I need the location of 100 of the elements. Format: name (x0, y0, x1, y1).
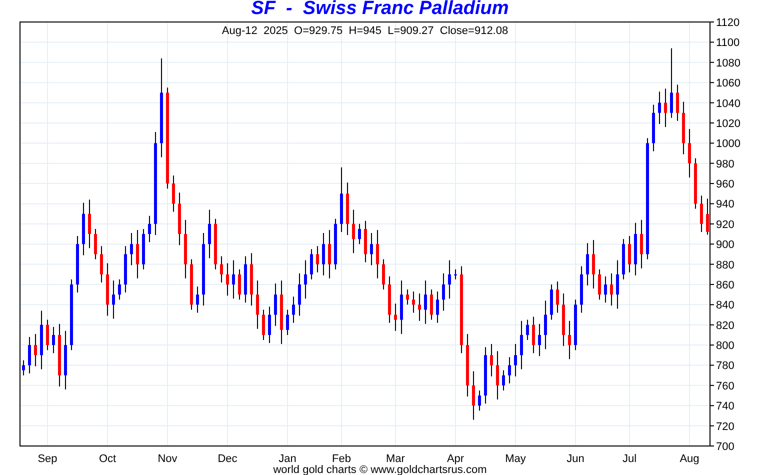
candlestick (118, 278, 121, 300)
candlestick (586, 242, 589, 286)
candlestick (538, 323, 541, 357)
candlestick (88, 199, 91, 249)
candlestick (604, 276, 607, 304)
candlestick (298, 272, 301, 316)
candlestick (436, 291, 439, 324)
candlestick (556, 280, 559, 314)
candlestick (472, 370, 475, 420)
candlestick (424, 280, 427, 324)
candlestick (316, 246, 319, 273)
x-tick-label: Nov (158, 453, 178, 465)
candlestick (640, 219, 643, 269)
y-tick-label: 780 (716, 360, 734, 372)
candlestick (454, 268, 457, 280)
candlestick (226, 262, 229, 296)
y-tick-label: 1120 (716, 18, 740, 29)
y-tick-label: 860 (716, 279, 734, 292)
candlestick (490, 344, 493, 377)
candlestick (394, 303, 397, 332)
candlestick (514, 344, 517, 377)
y-tick-label: 1040 (716, 98, 740, 110)
x-tick-label: Dec (218, 453, 238, 465)
candlestick (28, 336, 31, 374)
candlestick (508, 356, 511, 384)
x-tick-label: Feb (332, 453, 351, 465)
candlestick (208, 209, 211, 259)
candlestick (358, 223, 361, 245)
candlestick (370, 232, 373, 266)
x-tick-label: Jan (278, 453, 296, 465)
x-tick-label: Mar (386, 453, 405, 465)
candlestick (496, 350, 499, 400)
candlestick (328, 229, 331, 279)
candlestick (418, 293, 421, 322)
candlestick (676, 84, 679, 122)
y-tick-label: 700 (716, 441, 734, 453)
candlestick (352, 209, 355, 254)
candlestick (34, 333, 37, 367)
x-tick-label: Aug (680, 453, 700, 465)
y-tick-label: 980 (716, 158, 734, 170)
candlestick (220, 256, 223, 283)
x-tick-label: Jul (622, 453, 637, 465)
candlestick (172, 174, 175, 212)
candlestick (310, 248, 313, 280)
candlestick (262, 309, 265, 340)
candlestick (688, 128, 691, 178)
y-tick-label: 900 (716, 239, 734, 252)
candlestick (430, 289, 433, 320)
candlestick (52, 326, 55, 354)
candlestick (442, 272, 445, 312)
candlestick (382, 258, 385, 290)
candlestick (598, 268, 601, 300)
y-tick-label: 1020 (716, 118, 740, 130)
candlestick (700, 195, 703, 232)
candlestick (670, 48, 673, 118)
ohlc-summary: Aug-12 2025 O=929.75 H=945 L=909.27 Close=912.08 (222, 25, 508, 37)
y-tick-label: 880 (716, 259, 734, 272)
y-tick-label: 1080 (716, 57, 740, 70)
candlestick (544, 300, 547, 350)
x-tick-label: Apr (446, 453, 464, 465)
x-tick-label: Sep (38, 453, 58, 465)
candlestick (658, 91, 661, 124)
candlestick (136, 229, 139, 279)
candlestick (274, 282, 277, 326)
candlestick (304, 260, 307, 300)
y-tick-label: 800 (716, 340, 734, 352)
y-tick-label: 940 (716, 198, 734, 211)
candlestick (196, 286, 199, 314)
candlestick (148, 215, 151, 243)
y-tick-label: 920 (716, 218, 734, 231)
candlestick (256, 280, 259, 330)
candlestick (532, 316, 535, 354)
candlestick (94, 228, 97, 260)
y-tick-label: 1060 (716, 78, 740, 90)
candlestick (268, 306, 271, 344)
candlestick (568, 320, 571, 360)
candlestick (232, 260, 235, 300)
candlestick (238, 268, 241, 300)
x-tick-label: Oct (98, 453, 116, 465)
y-tick-label: 960 (716, 178, 734, 191)
candlestick (292, 296, 295, 324)
candlestick (526, 319, 529, 340)
candlestick (22, 360, 25, 376)
candlestick (412, 291, 415, 314)
y-tick-label: 1100 (716, 37, 740, 50)
candlestick (286, 309, 289, 336)
candlestick (406, 289, 409, 306)
footer-credit: world gold charts © www.goldchartsrus.com (273, 465, 487, 475)
candlestick (520, 320, 523, 370)
candlestick (130, 232, 133, 266)
chart-title: SF - Swiss Franc Palladium (251, 0, 509, 19)
candlestick (478, 390, 481, 412)
x-tick-label: May (505, 453, 526, 465)
candlestick (610, 272, 613, 306)
candlestick (322, 232, 325, 276)
candlestick (502, 370, 505, 391)
candlestick (616, 260, 619, 310)
candlestick (376, 229, 379, 279)
y-tick-label: 1000 (716, 138, 740, 150)
candlestick (100, 246, 103, 283)
